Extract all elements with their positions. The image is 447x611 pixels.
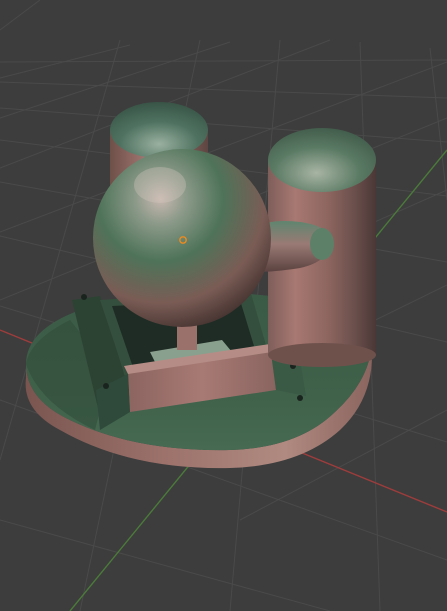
tall-cylinder-bottom xyxy=(268,343,376,367)
sphere-highlight xyxy=(134,167,186,203)
viewport-canvas[interactable] xyxy=(0,0,447,611)
bolt-icon xyxy=(103,383,109,389)
3d-viewport[interactable] xyxy=(0,0,447,611)
pipe-end xyxy=(310,228,334,260)
bolt-icon xyxy=(297,395,303,401)
tall-cylinder-cap xyxy=(268,128,376,192)
3d-model[interactable] xyxy=(25,102,376,469)
back-cylinder-cap xyxy=(110,102,208,158)
bolt-icon xyxy=(81,294,87,300)
